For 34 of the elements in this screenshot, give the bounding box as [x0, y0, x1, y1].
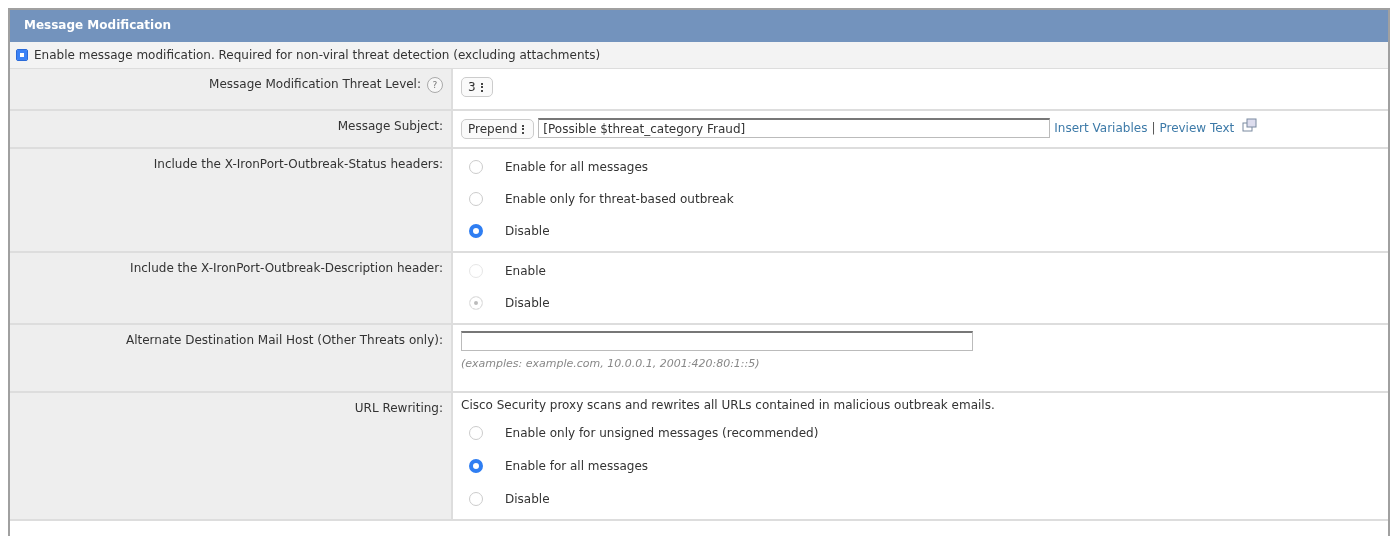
- field-label: Alternate Destination Mail Host (Other Threats only):: [126, 333, 443, 347]
- radio-button[interactable]: [469, 160, 483, 174]
- radio-button[interactable]: [469, 491, 483, 506]
- mail-host-input[interactable]: [461, 331, 973, 351]
- hint-text: (examples: example.com, 10.0.0.1, 2001:420:80:1::5): [461, 357, 761, 370]
- radio-label: Enable for all messages: [505, 458, 649, 473]
- radio-label: Disable: [505, 296, 550, 310]
- popup-window-icon[interactable]: [1242, 117, 1259, 133]
- help-icon[interactable]: ?: [427, 77, 443, 93]
- radio-label: Enable for all messages: [505, 160, 649, 174]
- field-label: Message Modification Threat Level:: [209, 77, 421, 91]
- link[interactable]: Preview Text: [1159, 121, 1235, 135]
- radio-button[interactable]: [469, 224, 483, 238]
- link-separator: |: [1151, 121, 1156, 135]
- radio-button[interactable]: [469, 425, 483, 440]
- panel-title: Message Modification: [10, 10, 1388, 42]
- field-label: Include the X-IronPort-Outbreak-Status headers:: [153, 157, 443, 171]
- radio-label: Enable only for unsigned messages (recommended): [505, 425, 819, 440]
- radio-label: Enable only for threat-based outbreak: [505, 192, 734, 206]
- link[interactable]: Insert Variables: [1054, 121, 1148, 135]
- radio-button[interactable]: [469, 192, 483, 206]
- radio-label: Disable: [505, 491, 550, 506]
- checkbox-label: Enable message modification. Required for non-viral threat detection (excluding attachments): [34, 48, 601, 62]
- field-label: Message Subject:: [337, 119, 443, 133]
- radio-button[interactable]: [469, 458, 483, 473]
- description-text: Cisco Security proxy scans and rewrites all URLs contained in malicious outbreak emails.: [461, 398, 996, 412]
- field-label: Include the X-IronPort-Outbreak-Description header:: [130, 261, 443, 275]
- radio-label: Disable: [505, 224, 550, 238]
- threat-level-select[interactable]: 3: [461, 77, 493, 97]
- subject-input[interactable]: [Possible $threat_category Fraud]: [538, 118, 1051, 138]
- checkbox[interactable]: [16, 49, 28, 61]
- radio-label: Enable: [505, 264, 546, 278]
- subject-position-select[interactable]: Prepend: [461, 119, 535, 139]
- field-label: URL Rewriting:: [354, 401, 443, 415]
